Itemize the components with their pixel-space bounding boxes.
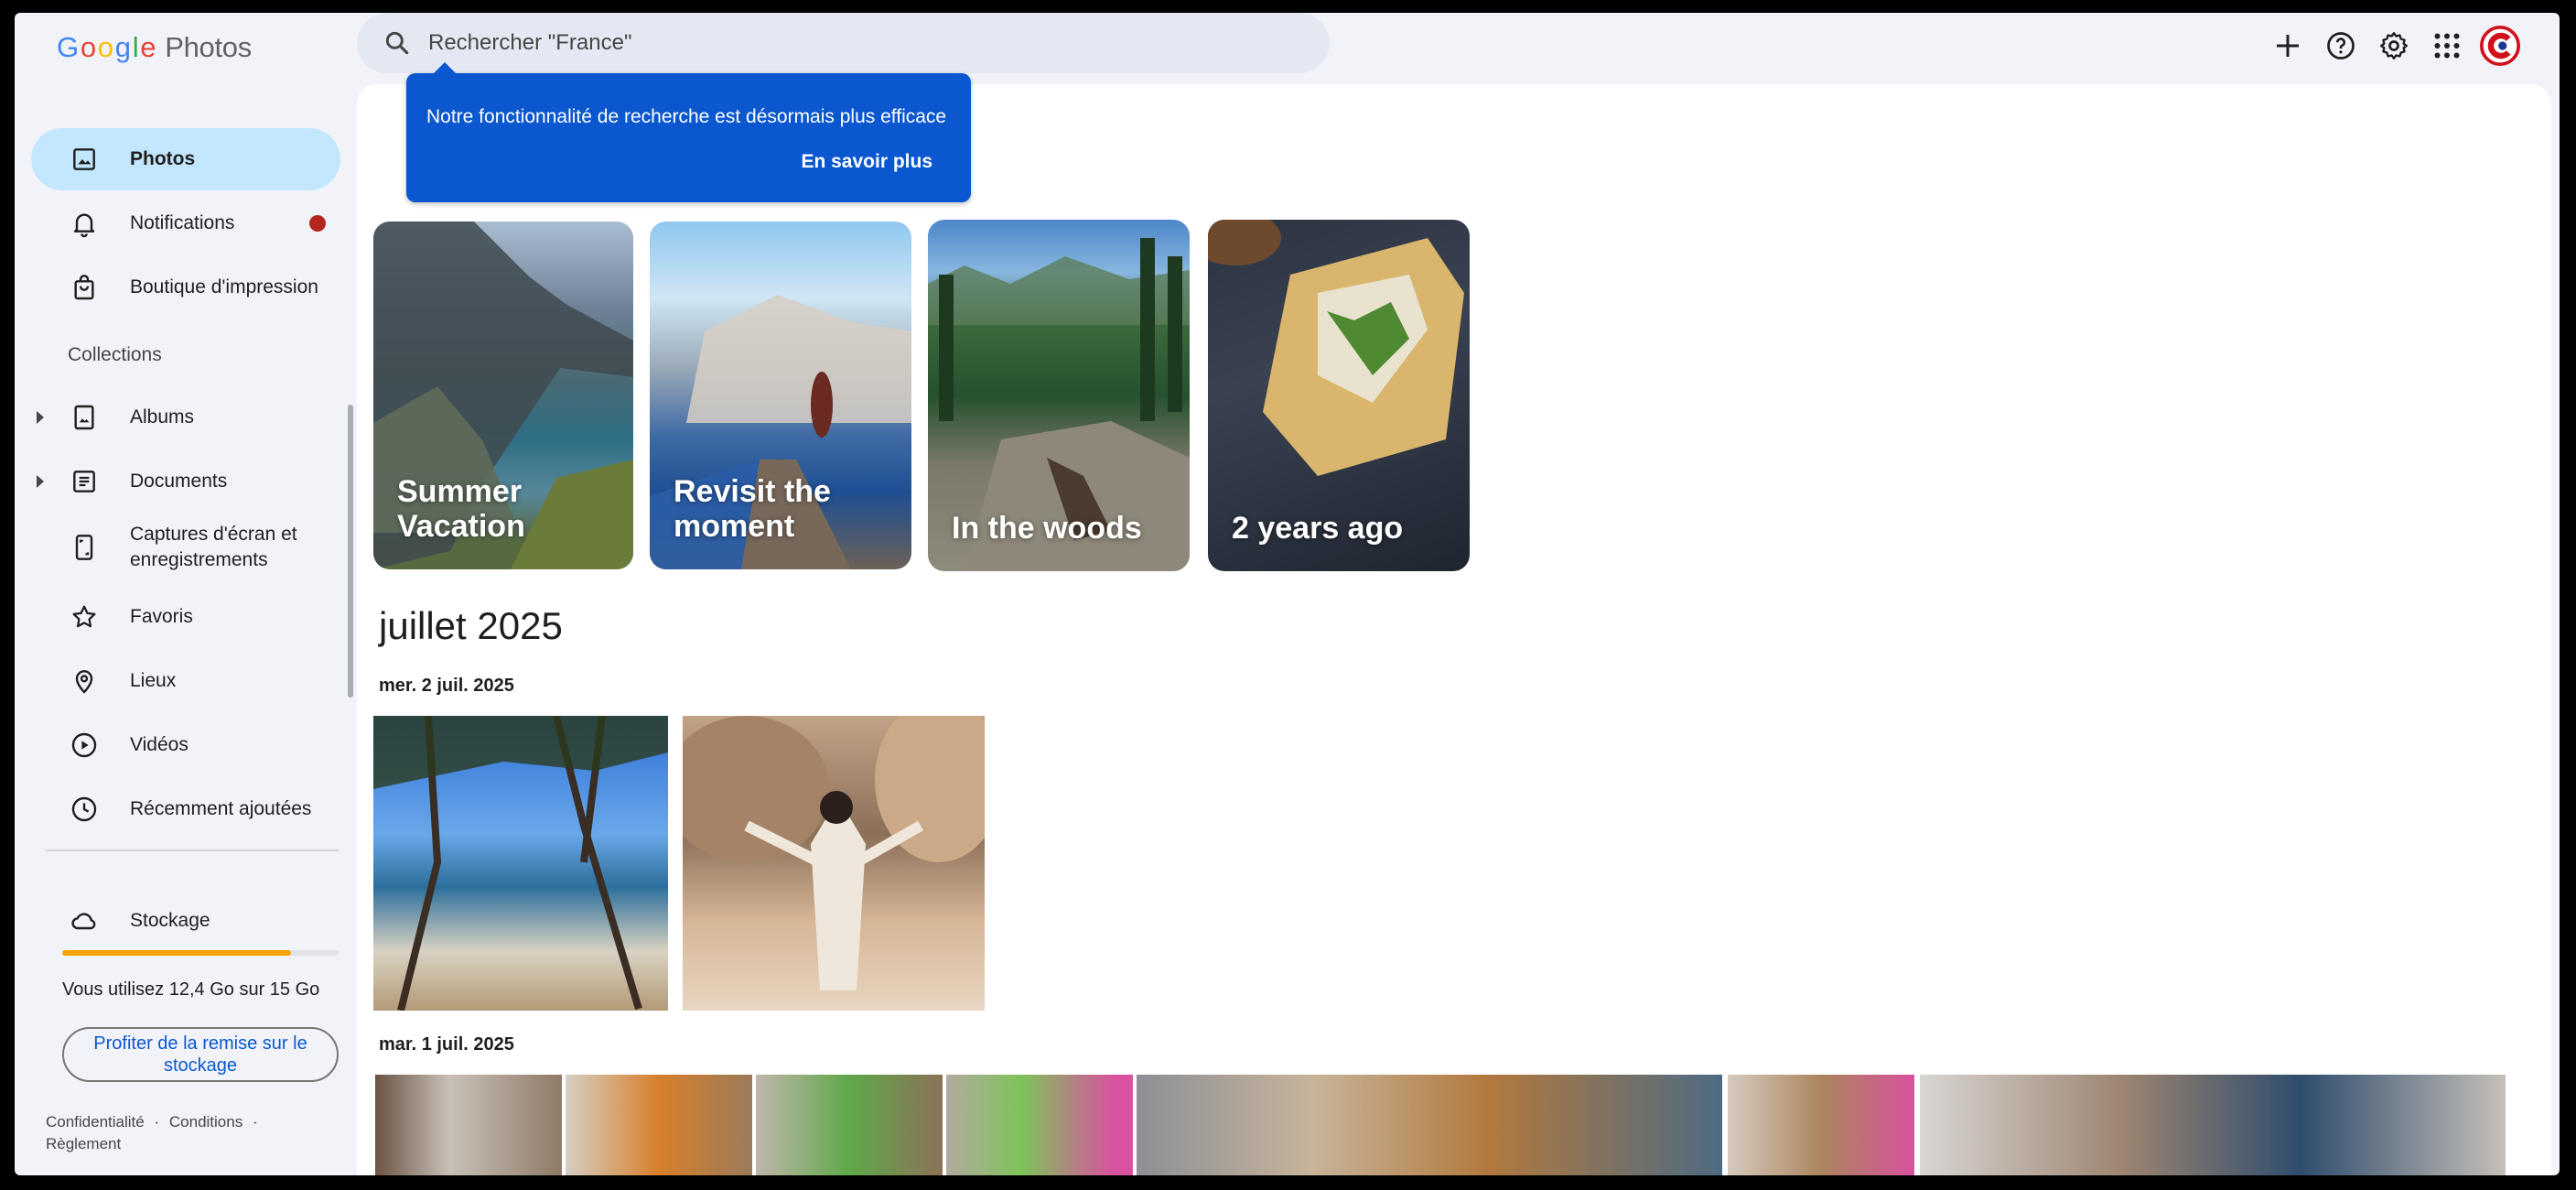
sidebar-scrollbar[interactable] — [348, 405, 353, 698]
sidebar-item-notifications[interactable]: Notifications — [31, 192, 340, 254]
sidebar-divider — [46, 849, 339, 851]
sidebar-item-label: Photos — [130, 148, 196, 169]
date-heading: mer. 2 juil. 2025 — [379, 676, 514, 696]
photo-image — [683, 716, 985, 990]
cloud-icon — [71, 913, 96, 930]
sidebar-item-label: Boutique d'impression — [130, 276, 318, 298]
sidebar-item-print-store[interactable]: Boutique d'impression — [31, 256, 340, 319]
storage-usage-text: Vous utilisez 12,4 Go sur 15 Go — [62, 979, 320, 1000]
sidebar-item-favorites[interactable]: Favoris — [31, 586, 340, 648]
top-bar: Google Photos — [15, 13, 2560, 84]
photo-icon — [73, 148, 95, 170]
notification-badge — [309, 215, 326, 232]
star-icon — [72, 605, 96, 628]
memory-title: Revisit the moment — [674, 474, 831, 544]
sidebar-item-label: Notifications — [130, 212, 235, 233]
photo-thumbnail[interactable] — [373, 716, 668, 1011]
policy-link[interactable]: Règlement — [46, 1135, 121, 1152]
sidebar-item-label: Documents — [130, 471, 228, 492]
shopping-bag-icon — [74, 275, 94, 300]
sidebar: Photos Notifications Boutique d'impressi… — [15, 84, 355, 1175]
separator: · — [154, 1113, 160, 1130]
location-pin-icon — [75, 670, 93, 694]
sidebar-item-documents[interactable]: Documents — [31, 450, 340, 513]
logo-letter: l — [132, 31, 139, 63]
sidebar-item-storage[interactable]: Stockage — [31, 890, 340, 952]
sidebar-item-label: Lieux — [130, 670, 177, 691]
logo-letter: o — [97, 31, 113, 63]
add-icon[interactable] — [2268, 26, 2308, 66]
separator: · — [252, 1113, 258, 1130]
search-icon[interactable] — [383, 28, 412, 58]
logo-letter: G — [57, 31, 79, 63]
memory-title: In the woods — [952, 511, 1142, 546]
memory-card[interactable]: Summer Vacation — [373, 222, 633, 569]
privacy-link[interactable]: Confidentialité — [46, 1113, 145, 1130]
month-heading: juillet 2025 — [379, 604, 563, 647]
photo-thumbnail[interactable] — [946, 1075, 1133, 1175]
expand-arrow-icon[interactable] — [37, 411, 44, 424]
sidebar-item-screenshots[interactable]: Captures d'écran et enregistrements — [31, 514, 340, 580]
photo-thumbnail[interactable] — [756, 1075, 943, 1175]
photo-thumbnail[interactable] — [683, 716, 985, 1011]
memory-title: Summer Vacation — [397, 474, 525, 544]
settings-icon[interactable] — [2374, 26, 2414, 66]
terms-link[interactable]: Conditions — [169, 1113, 243, 1130]
main-content: Summer Vacation Revisit the moment In th… — [357, 84, 2551, 1175]
sidebar-item-label: Vidéos — [130, 734, 189, 755]
document-icon — [73, 471, 95, 492]
album-icon — [74, 405, 94, 430]
sidebar-item-label: Stockage — [130, 910, 210, 931]
collections-heading: Collections — [68, 344, 162, 365]
sidebar-item-albums[interactable]: Albums — [31, 386, 340, 449]
photo-thumbnail[interactable] — [375, 1075, 562, 1175]
tooltip-text: Notre fonctionnalité de recherche est dé… — [426, 106, 947, 127]
logo-product-name: Photos — [165, 31, 252, 63]
storage-offer-button[interactable]: Profiter de la remise sur le stockage — [62, 1027, 339, 1082]
search-input[interactable] — [428, 26, 1252, 60]
bell-icon — [73, 213, 95, 238]
photo-thumbnail[interactable] — [1920, 1075, 2506, 1175]
storage-usage-bar — [62, 950, 339, 956]
sidebar-item-recently-added[interactable]: Récemment ajoutées — [31, 778, 340, 840]
photo-image — [373, 716, 668, 1011]
learn-more-link[interactable]: En savoir plus — [801, 151, 932, 173]
expand-arrow-icon[interactable] — [37, 475, 44, 488]
sidebar-item-label: Captures d'écran et enregistrements — [130, 524, 297, 570]
sidebar-item-photos[interactable]: Photos — [31, 128, 340, 190]
play-circle-icon — [71, 732, 97, 758]
help-icon[interactable] — [2321, 26, 2361, 66]
search-feature-tooltip: Notre fonctionnalité de recherche est dé… — [406, 62, 971, 202]
memory-card[interactable]: In the woods — [928, 220, 1190, 571]
memory-card[interactable]: 2 years ago — [1208, 220, 1470, 571]
logo-letter: o — [80, 31, 96, 63]
footer-links: Confidentialité · Conditions · Règlement — [46, 1111, 339, 1155]
sidebar-item-label: Favoris — [130, 606, 193, 627]
photo-thumbnail[interactable] — [1137, 1075, 1722, 1175]
sidebar-item-places[interactable]: Lieux — [31, 650, 340, 712]
search-bar[interactable] — [357, 13, 1330, 73]
date-heading: mar. 1 juil. 2025 — [379, 1034, 514, 1055]
sidebar-item-videos[interactable]: Vidéos — [31, 714, 340, 776]
photo-thumbnail[interactable] — [1728, 1075, 1914, 1175]
logo-letter: e — [140, 31, 156, 63]
clock-icon — [71, 796, 97, 822]
storage-usage-fill — [62, 950, 291, 956]
sidebar-item-label: Récemment ajoutées — [130, 798, 312, 819]
app-window: Google Photos Notre fonctionnalité de re… — [15, 13, 2560, 1175]
logo-letter: g — [114, 31, 131, 63]
sidebar-item-label: Albums — [130, 406, 195, 427]
photo-thumbnail[interactable] — [566, 1075, 752, 1175]
apps-icon[interactable] — [2427, 26, 2467, 66]
memory-card[interactable]: Revisit the moment — [650, 222, 911, 569]
google-photos-logo[interactable]: Google Photos — [57, 31, 252, 64]
account-avatar[interactable] — [2480, 26, 2520, 66]
memory-title: 2 years ago — [1232, 511, 1404, 546]
phone-screenshot-icon — [75, 535, 93, 560]
